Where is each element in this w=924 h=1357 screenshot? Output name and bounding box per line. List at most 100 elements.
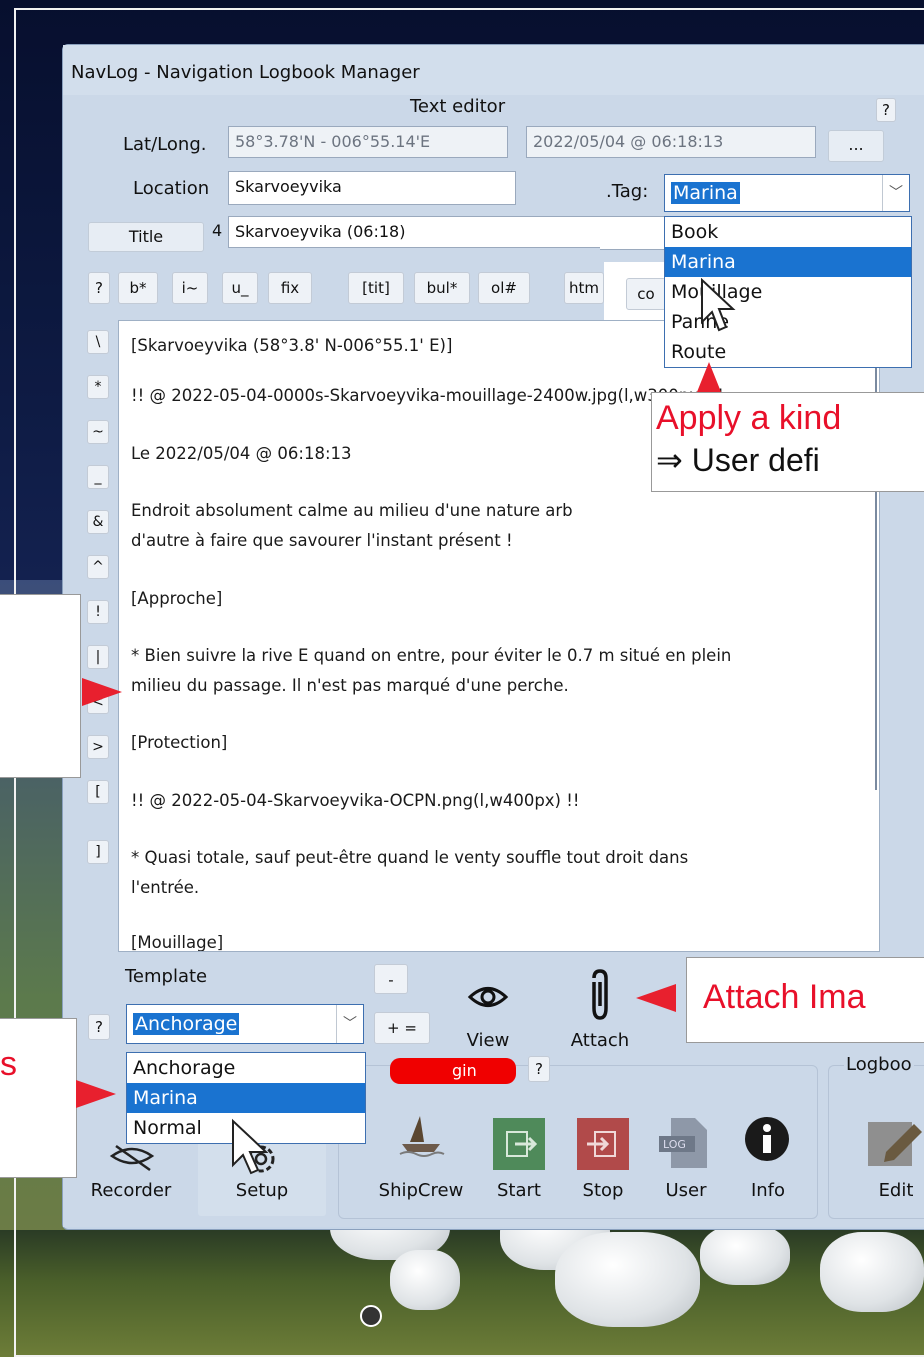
- side-underscore-button[interactable]: _: [87, 465, 109, 489]
- editor-line: !! @ 2022-05-04-Skarvoeyvika-OCPN.png(l,…: [131, 791, 580, 810]
- template-label: Template: [125, 966, 208, 987]
- location-label: Location: [133, 178, 210, 199]
- tag-label: .Tag:: [606, 181, 649, 202]
- title-count: 4: [212, 221, 223, 240]
- tag-callout-line1: Apply a kind: [656, 399, 842, 437]
- stop-icon: [577, 1118, 629, 1170]
- editor-line: * Bien suivre la rive E quand on entre, …: [131, 646, 732, 665]
- bottom-help-button[interactable]: ?: [528, 1056, 550, 1082]
- title-field-hidden: [600, 216, 666, 250]
- side-tilde-button[interactable]: ~: [87, 420, 109, 444]
- ship-icon: [399, 1116, 445, 1157]
- chevron-down-icon: ﹀: [882, 175, 909, 211]
- more-button[interactable]: ...: [828, 130, 884, 162]
- latlong-field[interactable]: 58°3.78'N - 006°55.14'E: [228, 126, 508, 158]
- side-backslash-button[interactable]: \: [87, 330, 109, 354]
- format-bullet-button[interactable]: bul*: [414, 272, 470, 304]
- template-plus-button[interactable]: + =: [374, 1012, 430, 1044]
- side-exclaim-button[interactable]: !: [87, 600, 109, 624]
- editor-line: !! @ 2022-05-04-0000s-Skarvoeyvika-mouil…: [131, 386, 724, 405]
- svg-text:LOG: LOG: [663, 1138, 686, 1151]
- format-fix-button[interactable]: fix: [268, 272, 312, 304]
- side-pipe-button[interactable]: |: [87, 645, 109, 669]
- format-title-button[interactable]: [tit]: [348, 272, 404, 304]
- login-badge[interactable]: gin: [390, 1058, 516, 1084]
- shipcrew-button[interactable]: ShipCrew: [368, 1180, 474, 1201]
- cursor-circle-icon: [360, 1305, 382, 1327]
- recorder-off-icon: [109, 1144, 155, 1172]
- format-help-button[interactable]: ?: [88, 272, 110, 304]
- hay-bale: [390, 1250, 460, 1310]
- chevron-down-icon: ﹀: [336, 1005, 363, 1043]
- title-field[interactable]: Skarvoeyvika (06:18): [228, 216, 608, 248]
- tag-select-value: Marina: [671, 182, 740, 204]
- logbook-label: Logboo: [844, 1054, 914, 1075]
- template-option-selected[interactable]: Marina: [127, 1083, 365, 1113]
- left-callout-box: [0, 594, 81, 778]
- hay-bale: [555, 1232, 700, 1327]
- tag-option[interactable]: Book: [665, 217, 911, 247]
- editor-line: [Approche]: [131, 589, 223, 608]
- template-option[interactable]: Anchorage: [127, 1053, 365, 1083]
- side-ampersand-button[interactable]: &: [87, 510, 109, 534]
- format-code-label: co: [637, 285, 655, 303]
- location-field[interactable]: Skarvoeyvika: [228, 171, 516, 205]
- callout-arrow: [76, 1080, 116, 1108]
- mouse-pointer-icon: [232, 1118, 269, 1175]
- attach-callout: Attach Ima: [686, 957, 924, 1043]
- eye-icon[interactable]: [467, 980, 509, 1014]
- template-minus-button[interactable]: -: [374, 964, 408, 994]
- editor-line: [Skarvoeyvika (58°3.8' N-006°55.1' E)]: [131, 336, 453, 355]
- paperclip-icon[interactable]: [585, 968, 615, 1022]
- format-italic-button[interactable]: i~: [172, 272, 208, 304]
- attach-callout-text: Attach Ima: [703, 978, 866, 1016]
- tag-callout: Apply a kind ⇒ User defi: [651, 392, 924, 492]
- template-help-button[interactable]: ?: [88, 1014, 110, 1040]
- info-button[interactable]: Info: [738, 1180, 798, 1201]
- side-gt-button[interactable]: >: [87, 735, 109, 759]
- start-button[interactable]: Start: [488, 1180, 550, 1201]
- callout-arrow: [636, 984, 676, 1012]
- callout-arrow: [82, 678, 122, 706]
- editor-line: * Quasi totale, sauf peut-être quand le …: [131, 848, 689, 867]
- format-html-button[interactable]: htm: [564, 272, 604, 304]
- stop-button[interactable]: Stop: [572, 1180, 634, 1201]
- datetime-field[interactable]: 2022/05/04 @ 06:18:13: [526, 126, 816, 158]
- attach-label[interactable]: Attach: [564, 1030, 636, 1051]
- latlong-label: Lat/Long.: [123, 134, 207, 155]
- tag-select[interactable]: Marina ﹀: [664, 174, 910, 212]
- format-code-button-visible[interactable]: co: [626, 278, 666, 310]
- view-label[interactable]: View: [460, 1030, 516, 1051]
- editor-line: Le 2022/05/04 @ 06:18:13: [131, 444, 352, 463]
- side-star-button[interactable]: *: [87, 375, 109, 399]
- window-titlebar: NavLog - Navigation Logbook Manager: [63, 45, 924, 95]
- edit-pencil-icon: [868, 1122, 922, 1166]
- edit-button[interactable]: Edit: [866, 1180, 924, 1201]
- template-select[interactable]: Anchorage ﹀: [126, 1004, 364, 1044]
- template-callout: s: [0, 1018, 77, 1178]
- title-button[interactable]: Title: [88, 222, 204, 252]
- setup-button[interactable]: Setup: [212, 1180, 312, 1201]
- login-text: gin: [452, 1061, 477, 1080]
- help-button[interactable]: ?: [876, 98, 896, 122]
- side-rbracket-button[interactable]: ]: [87, 840, 109, 864]
- tag-callout-line2: ⇒ User defi: [656, 442, 820, 478]
- format-underline-button[interactable]: u_: [222, 272, 258, 304]
- hay-bale: [700, 1225, 790, 1285]
- template-select-value: Anchorage: [133, 1013, 240, 1035]
- template-callout-text: s: [0, 1045, 17, 1083]
- editor-line: [Mouillage]: [131, 933, 224, 952]
- editor-line: l'entrée.: [131, 878, 200, 897]
- format-numbered-button[interactable]: ol#: [478, 272, 530, 304]
- editor-line: milieu du passage. Il n'est pas marqué d…: [131, 676, 569, 695]
- start-icon: [493, 1118, 545, 1170]
- user-button[interactable]: User: [656, 1180, 716, 1201]
- hay-bale: [820, 1232, 924, 1312]
- format-bold-button[interactable]: b*: [118, 272, 158, 304]
- side-lbracket-button[interactable]: [: [87, 780, 109, 804]
- editor-line: d'autre à faire que savourer l'instant p…: [131, 531, 513, 550]
- editor-line: Endroit absolument calme au milieu d'une…: [131, 501, 573, 520]
- side-caret-button[interactable]: ^: [87, 555, 109, 579]
- tag-option-selected[interactable]: Marina: [665, 247, 911, 277]
- recorder-button[interactable]: Recorder: [82, 1180, 180, 1201]
